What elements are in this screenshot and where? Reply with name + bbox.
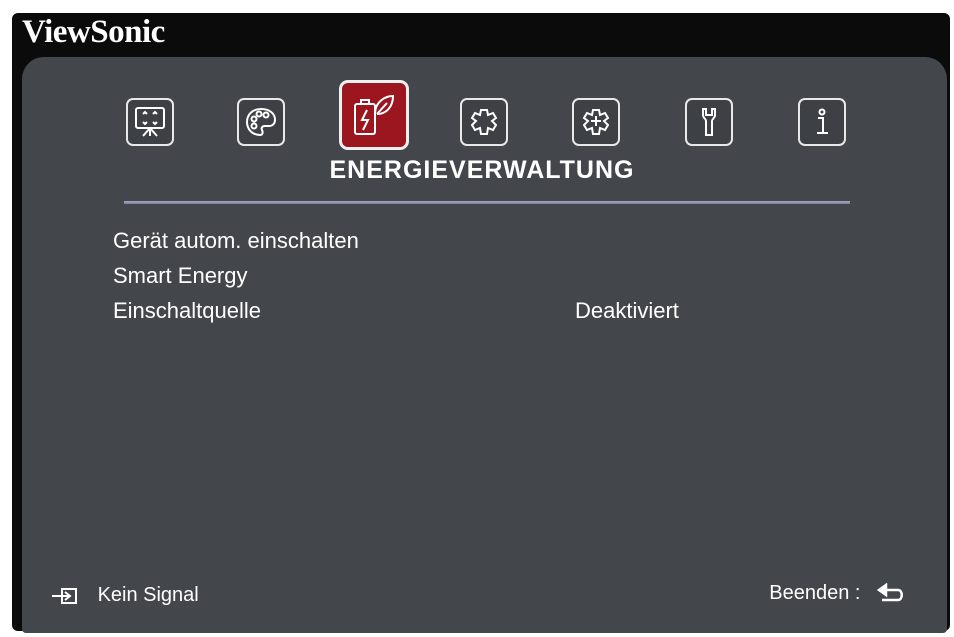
palette-icon [245, 107, 277, 137]
section-divider [124, 201, 850, 204]
section-title: ENERGIEVERWALTUNG [329, 156, 635, 184]
signal-status: Kein Signal [50, 584, 199, 607]
tab-advanced[interactable] [572, 98, 620, 146]
gear-plus-icon [582, 109, 610, 135]
power-on-source-value[interactable]: Deaktiviert [575, 298, 679, 324]
tab-information[interactable] [798, 98, 846, 146]
menu-item-auto-power-on[interactable]: Gerät autom. einschalten [113, 228, 359, 254]
input-source-icon [52, 587, 77, 604]
info-icon [817, 108, 828, 134]
menu-item-smart-energy[interactable]: Smart Energy [113, 263, 248, 289]
tab-power-management[interactable] [339, 80, 409, 150]
tab-image[interactable] [237, 98, 285, 146]
exit-label: Beenden : [769, 582, 861, 604]
menu-item-power-on-source[interactable]: Einschaltquelle [113, 298, 261, 324]
exit-hint[interactable]: Beenden : [769, 582, 906, 605]
battery-leaf-icon [354, 94, 395, 135]
tab-system[interactable] [685, 98, 733, 146]
gear-icon [470, 109, 498, 135]
brand-logo: ViewSonic [22, 14, 165, 50]
wrench-icon [702, 108, 716, 136]
display-icon [135, 107, 165, 137]
tab-display[interactable] [126, 98, 174, 146]
signal-status-text: Kein Signal [97, 584, 199, 606]
tab-basic[interactable] [460, 98, 508, 146]
return-icon [876, 582, 903, 601]
